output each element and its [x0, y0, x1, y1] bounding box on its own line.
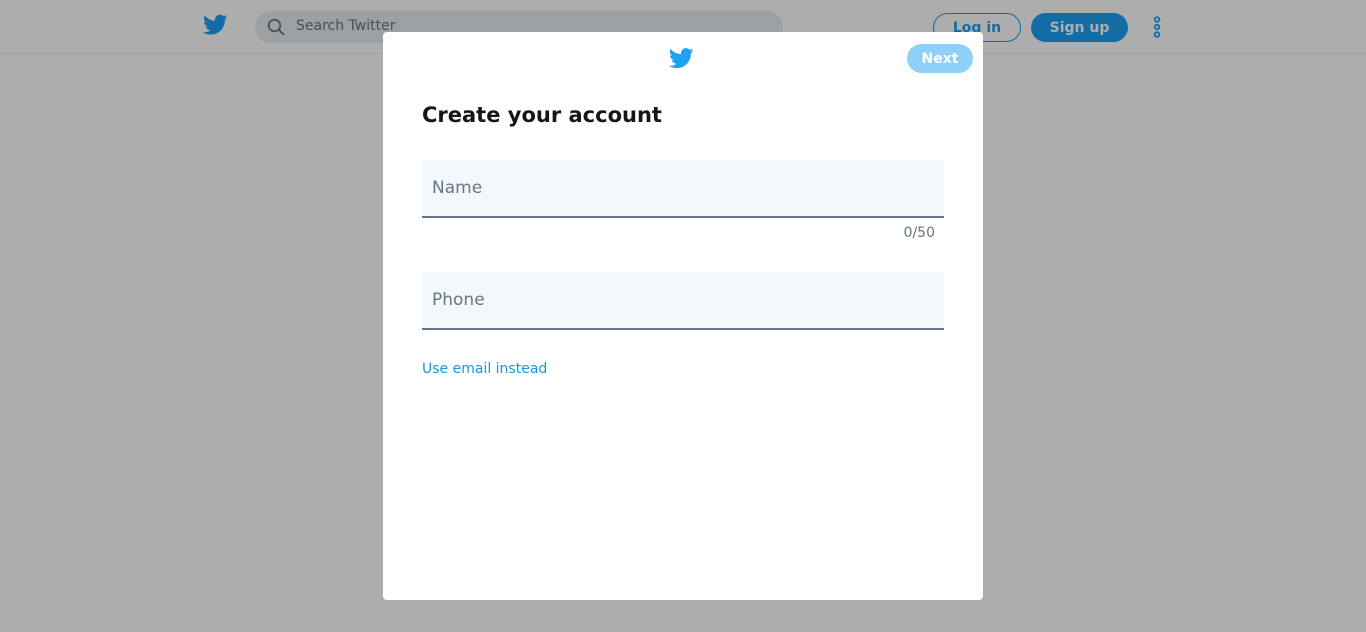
twitter-bird-icon — [669, 48, 694, 69]
next-button[interactable]: Next — [907, 44, 973, 73]
dialog-title: Create your account — [422, 103, 662, 127]
phone-input[interactable] — [422, 272, 944, 328]
use-email-instead-link[interactable]: Use email instead — [422, 361, 547, 377]
name-character-counter: 0/50 — [903, 225, 935, 241]
name-field[interactable] — [422, 160, 944, 218]
create-account-dialog: Next Create your account 0/50 Use email … — [383, 32, 983, 600]
name-input[interactable] — [422, 160, 944, 216]
phone-field[interactable] — [422, 272, 944, 330]
